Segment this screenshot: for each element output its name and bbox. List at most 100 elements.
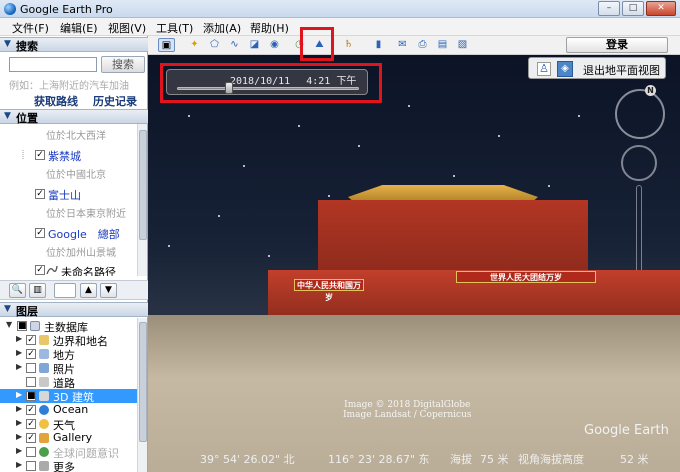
places-panel-header[interactable]: ▼ 位置 — [0, 109, 148, 125]
layer-checkbox[interactable]: ✓ — [26, 433, 36, 443]
layer-row-selected[interactable]: ▶ ■ 3D 建筑 — [0, 389, 139, 404]
google-earth-app-icon — [4, 3, 16, 15]
layer-checkbox[interactable] — [26, 363, 36, 373]
layer-row[interactable]: ▶ ✓ Gallery — [0, 431, 139, 445]
layer-checkbox[interactable]: ✓ — [26, 335, 36, 345]
layer-row[interactable]: ▶ 更多 — [0, 459, 139, 472]
layer-checkbox[interactable]: ✓ — [26, 419, 36, 429]
print-icon[interactable]: ⎙ — [414, 38, 431, 52]
search-input[interactable] — [9, 57, 97, 72]
longitude-readout: 116° 23' 28.67" 东 — [328, 453, 430, 466]
history-link[interactable]: 历史记录 — [93, 93, 137, 109]
buildings-3d-icon — [39, 391, 49, 401]
layer-row[interactable]: ▼ ■ 主数据库 — [0, 319, 139, 334]
move-control[interactable] — [621, 145, 657, 181]
sidebar-toggle-icon[interactable]: ▣ — [158, 38, 175, 52]
maximize-button[interactable]: □ — [622, 1, 644, 16]
eye-altitude-label: 视角海拔高度 — [518, 453, 584, 466]
maps-icon[interactable]: ▧ — [454, 38, 471, 52]
scrollbar-thumb[interactable] — [139, 322, 147, 442]
blank-field[interactable] — [54, 283, 76, 298]
place-checkbox[interactable]: ✓ — [35, 265, 45, 275]
look-around-control[interactable]: N — [615, 85, 665, 139]
place-checkbox[interactable]: ✓ — [35, 228, 45, 238]
places-toolbar: 🔍 ▥ ▲ ▼ — [0, 280, 148, 300]
layer-row[interactable]: ▶ ✓ 边界和地名 — [0, 333, 139, 348]
polygon-icon[interactable]: ⬠ — [206, 38, 223, 52]
imagery-copyright: Image © 2018 DigitalGlobe Image Landsat … — [343, 400, 471, 420]
menu-add[interactable]: 添加(A) — [203, 20, 241, 36]
expand-arrow-icon[interactable]: ▼ — [6, 320, 12, 329]
layer-checkbox[interactable] — [26, 447, 36, 457]
layer-row[interactable]: ▶ ✓ Ocean — [0, 403, 139, 417]
placemark-icon[interactable]: ✦ — [186, 38, 203, 52]
expand-arrow-icon[interactable]: ▶ — [16, 418, 22, 427]
search-button[interactable]: 搜索 — [101, 56, 145, 73]
place-checkbox[interactable]: ✓ — [35, 150, 45, 160]
scrollbar-thumb[interactable] — [139, 130, 147, 240]
expand-arrow-icon[interactable]: ▶ — [16, 334, 22, 343]
earth-3d-viewport[interactable]: 2018/10/11 4:21 下午 ♙ ◈ 退出地平面视图 N 中华人民共和国… — [148, 55, 680, 472]
move-down-button[interactable]: ▼ — [100, 283, 117, 298]
exit-ground-view-button[interactable]: ♙ ◈ 退出地平面视图 — [528, 57, 666, 79]
photos-icon — [39, 363, 49, 373]
layers-panel-header[interactable]: ▼ 图层 — [0, 302, 148, 318]
place-untitled-path[interactable]: 未命名路径 — [61, 264, 116, 276]
ruler-icon[interactable]: ▮ — [370, 38, 387, 52]
layer-row[interactable]: ▶ ✓ 天气 — [0, 417, 139, 432]
layer-checkbox[interactable]: ■ — [17, 321, 27, 331]
expand-arrow-icon[interactable]: ▶ — [16, 348, 22, 357]
highlight-sunlight-button — [300, 27, 334, 61]
expand-arrow-icon[interactable]: ▶ — [16, 460, 22, 469]
layer-checkbox[interactable]: ✓ — [26, 349, 36, 359]
expand-arrow-icon[interactable]: ▶ — [16, 390, 22, 399]
panel-icon[interactable]: ▥ — [29, 283, 46, 298]
place-mount-fuji[interactable]: 富士山 — [48, 187, 81, 203]
sign-in-button[interactable]: 登录 — [566, 37, 668, 53]
overlay-icon[interactable]: ◪ — [246, 38, 263, 52]
menu-help[interactable]: 帮助(H) — [250, 20, 289, 36]
dotted-line-icon — [22, 150, 24, 160]
email-icon[interactable]: ✉ — [394, 38, 411, 52]
menu-edit[interactable]: 编辑(E) — [60, 20, 98, 36]
planets-icon[interactable]: ♄ — [340, 38, 357, 52]
elevation-label: 海拔 — [450, 453, 472, 466]
expand-arrow-icon[interactable]: ▶ — [16, 432, 22, 441]
get-directions-link[interactable]: 获取路线 — [34, 93, 78, 109]
layers-scrollbar[interactable] — [137, 318, 147, 472]
layer-row[interactable]: 道路 — [0, 375, 139, 390]
move-up-button[interactable]: ▲ — [80, 283, 97, 298]
menu-file[interactable]: 文件(F) — [12, 20, 49, 36]
layer-checkbox[interactable] — [26, 461, 36, 471]
compass-north-icon[interactable]: N — [645, 85, 656, 96]
expand-arrow-icon[interactable]: ▶ — [16, 362, 22, 371]
layer-row[interactable]: ▶ 照片 — [0, 361, 139, 376]
place-google-hq[interactable]: Google 總部 — [48, 226, 120, 242]
save-image-icon[interactable]: ▤ — [434, 38, 451, 52]
close-button[interactable]: ✕ — [646, 1, 676, 16]
elevation-readout: 75 米 — [480, 453, 509, 466]
path-icon[interactable]: ∿ — [226, 38, 243, 52]
search-icon[interactable]: 🔍 — [9, 283, 26, 298]
places-scrollbar[interactable] — [137, 124, 147, 276]
person-icon[interactable]: ♙ — [537, 62, 551, 76]
search-panel-header[interactable]: ▼ 搜索 — [0, 37, 148, 53]
menu-bar: 文件(F) 编辑(E) 视图(V) 工具(T) 添加(A) 帮助(H) — [0, 18, 680, 36]
minimize-button[interactable]: – — [598, 1, 620, 16]
layer-row[interactable]: ▶ 全球问题意识 — [0, 445, 139, 460]
layer-checkbox[interactable] — [26, 377, 36, 387]
menu-view[interactable]: 视图(V) — [108, 20, 146, 36]
cube-icon[interactable]: ◈ — [557, 61, 573, 77]
layer-label: Gallery — [53, 431, 93, 444]
gallery-icon — [39, 433, 49, 443]
place-forbidden-city[interactable]: 紫禁城 — [48, 148, 81, 164]
layer-checkbox[interactable]: ■ — [26, 391, 36, 401]
menu-tools[interactable]: 工具(T) — [156, 20, 193, 36]
place-checkbox[interactable]: ✓ — [35, 189, 45, 199]
ocean-icon — [39, 405, 49, 415]
layer-checkbox[interactable]: ✓ — [26, 405, 36, 415]
expand-arrow-icon[interactable]: ▶ — [16, 404, 22, 413]
expand-arrow-icon[interactable]: ▶ — [16, 446, 22, 455]
tour-icon[interactable]: ◉ — [266, 38, 283, 52]
layer-row[interactable]: ▶ ✓ 地方 — [0, 347, 139, 362]
